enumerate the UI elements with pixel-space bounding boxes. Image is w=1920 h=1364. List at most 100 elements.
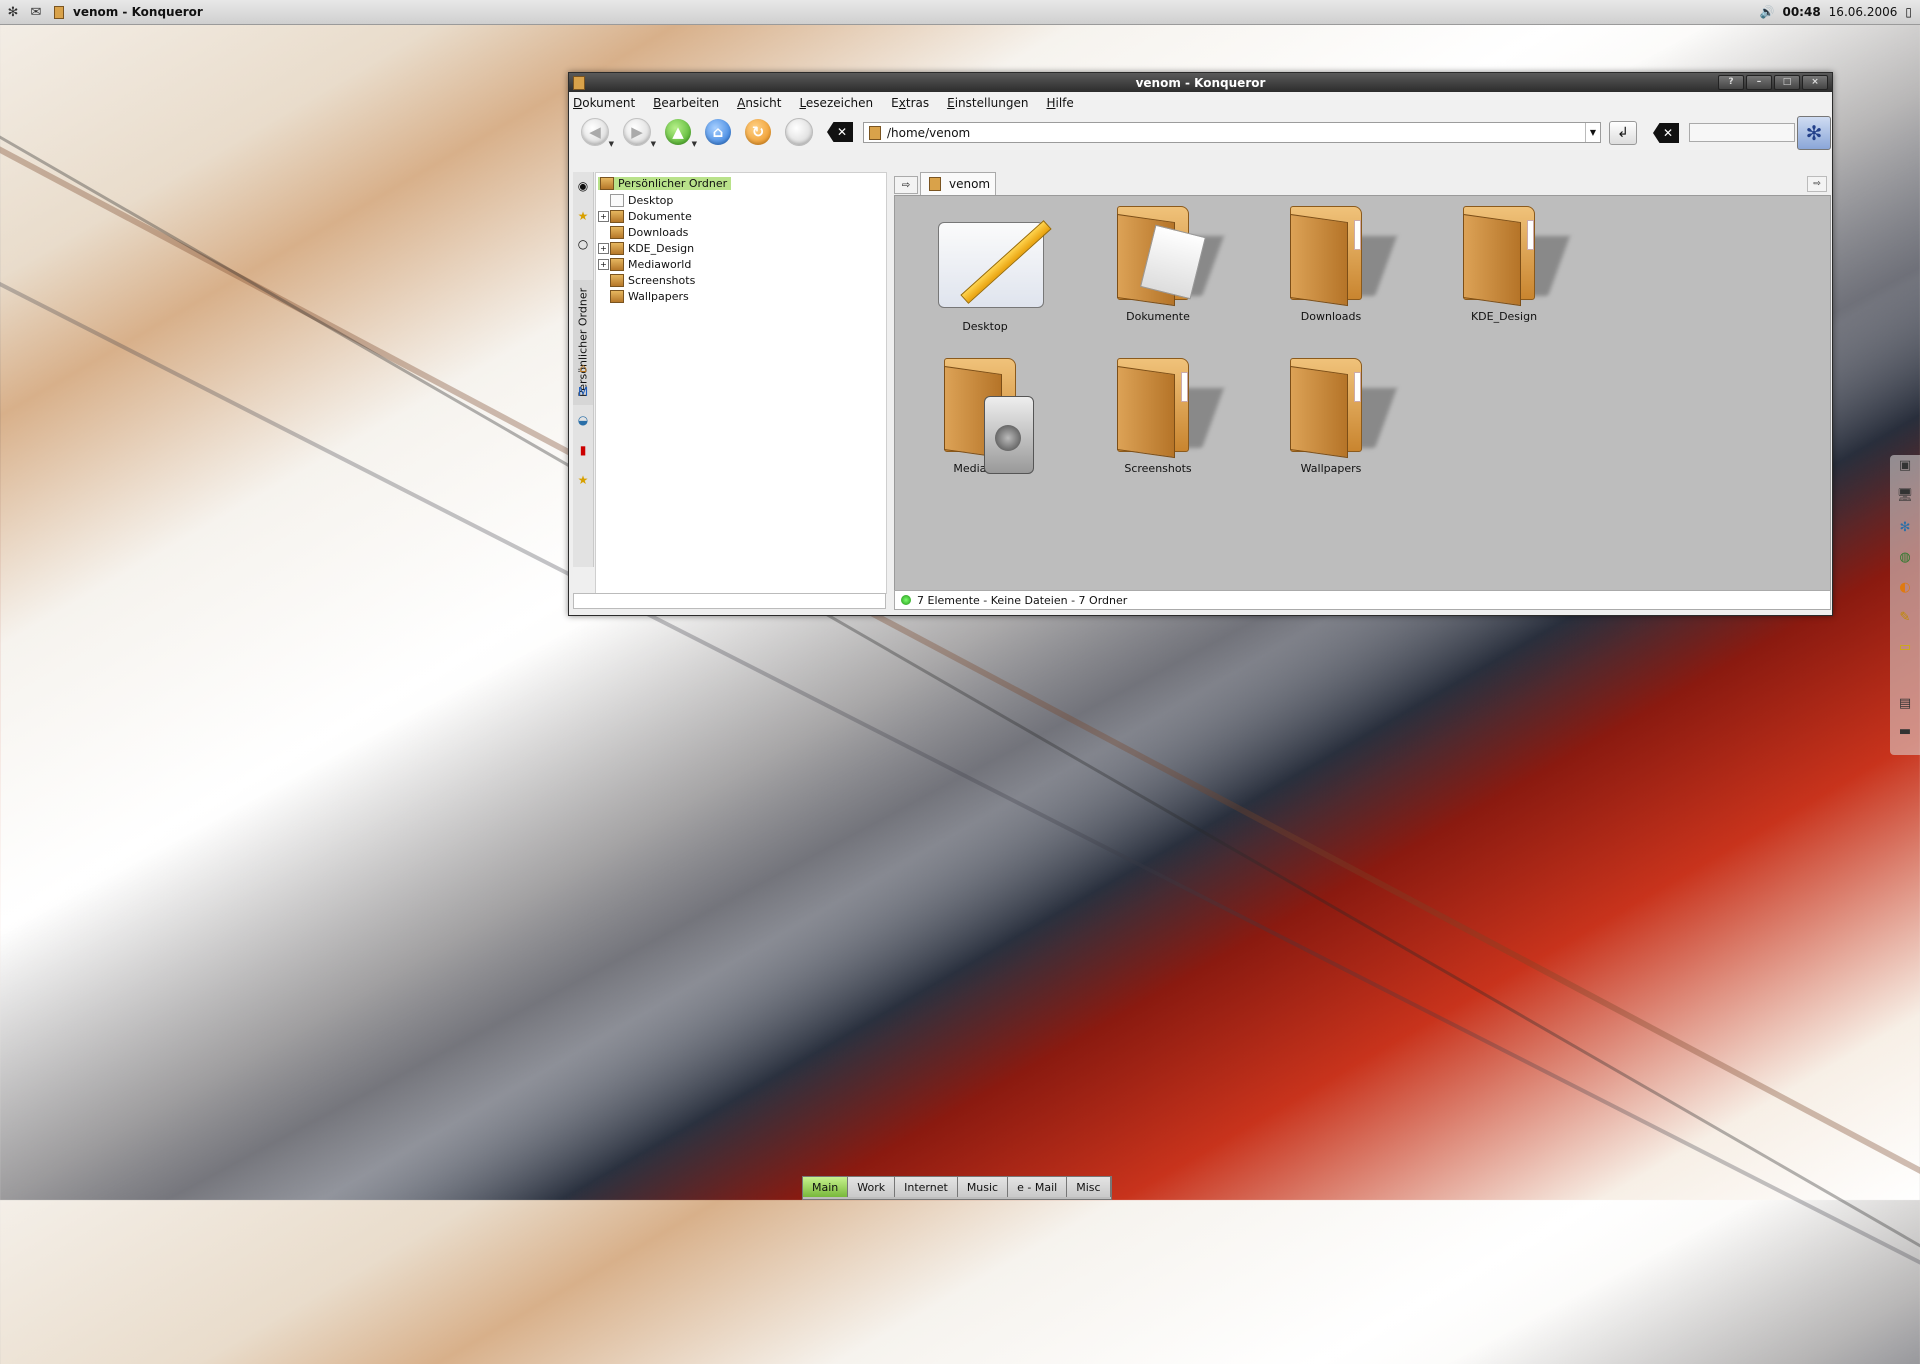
back-dropdown-icon[interactable]: ▼	[609, 140, 614, 148]
desktop-work[interactable]: Work	[848, 1177, 896, 1197]
tree-item[interactable]: Screenshots	[610, 272, 695, 288]
desktop-misc[interactable]: Misc	[1067, 1177, 1111, 1197]
tab-venom[interactable]: venom	[920, 172, 996, 195]
file-item-wallpapers[interactable]: Wallpapers	[1241, 358, 1421, 475]
forward-dropdown-icon[interactable]: ▼	[651, 140, 656, 148]
menu-extras[interactable]: Extras	[891, 96, 929, 110]
tree-root[interactable]: Persönlicher Ordner	[598, 175, 732, 191]
tree-item[interactable]: Wallpapers	[610, 288, 689, 304]
file-item-label: Desktop	[962, 320, 1008, 333]
tree-item[interactable]: KDE_Design	[610, 240, 694, 256]
expand-icon[interactable]: +	[598, 259, 609, 270]
mail-icon[interactable]: ✉	[26, 2, 46, 22]
close-tab-button[interactable]: ⇨	[1807, 176, 1827, 192]
window-app-icon[interactable]	[573, 76, 585, 90]
home-folder-icon[interactable]: ⌂	[575, 360, 591, 376]
reload-button[interactable]: ↻	[745, 119, 771, 145]
clock-date[interactable]: 16.06.2006	[1829, 5, 1898, 19]
folder-icon	[1286, 358, 1397, 459]
file-item-label: KDE_Design	[1470, 310, 1538, 323]
go-button[interactable]: ↲	[1609, 121, 1637, 145]
maximize-button[interactable]: □	[1774, 75, 1800, 90]
kde-throbber-icon[interactable]: ✻	[1797, 116, 1831, 150]
notes-icon[interactable]: ▭	[1895, 637, 1915, 657]
sidebar-navigation-strip: ◉ ★ ○ Persönlicher Ordner ⌂ M ◒ ▮ ★	[573, 172, 594, 567]
bookmarks-icon[interactable]: ★	[575, 208, 591, 224]
computer-icon[interactable]: 🖥	[1895, 485, 1915, 505]
close-button[interactable]: ×	[1802, 75, 1828, 90]
folder-tab	[1527, 220, 1534, 250]
clear-search-button[interactable]: ✕	[1653, 123, 1679, 143]
clock-time[interactable]: 00:48	[1782, 5, 1820, 19]
taskbar-task-title[interactable]: venom - Konqueror	[73, 5, 203, 19]
history-icon[interactable]: ○	[575, 236, 591, 252]
globe-icon[interactable]: ◍	[1895, 547, 1915, 567]
tree-item[interactable]: Dokumente	[610, 208, 692, 224]
search-input[interactable]	[1689, 123, 1795, 142]
desktop-music[interactable]: Music	[957, 1177, 1009, 1197]
clear-location-button[interactable]: ✕	[827, 122, 853, 142]
folder-icon	[610, 289, 624, 303]
volume-icon[interactable]: 🔊	[1760, 5, 1775, 19]
help-button[interactable]: ?	[1718, 75, 1744, 90]
media-icon[interactable]: M	[575, 384, 591, 400]
back-button[interactable]: ◀ ▼	[581, 118, 614, 148]
home-button[interactable]: ⌂	[705, 119, 731, 145]
sidebar-filter-field[interactable]	[573, 593, 886, 609]
tree-item[interactable]: Mediaworld	[610, 256, 691, 272]
window-titlebar[interactable]: venom - Konqueror ? – □ ×	[569, 73, 1832, 92]
tree-item-label: Wallpapers	[628, 289, 689, 303]
tree-item[interactable]: Desktop	[610, 192, 673, 208]
forward-button[interactable]: ▶ ▼	[623, 118, 656, 148]
expand-icon[interactable]: +	[598, 243, 609, 254]
tree-root-label-wrap[interactable]: Persönlicher Ordner	[598, 176, 732, 190]
status-text: 7 Elemente - Keine Dateien - 7 Ordner	[917, 593, 1128, 607]
up-dropdown-icon[interactable]: ▼	[692, 140, 697, 148]
system-icon[interactable]: ▣	[1895, 455, 1915, 475]
stop-button[interactable]	[785, 118, 813, 146]
folder-front	[1290, 213, 1348, 307]
konqueror-task-icon[interactable]	[49, 2, 69, 22]
desktop-icon	[610, 193, 624, 207]
file-item-screenshots[interactable]: Screenshots	[1068, 358, 1248, 475]
desktop-internet[interactable]: Internet	[895, 1177, 958, 1197]
menu-ansicht[interactable]: Ansicht	[737, 96, 781, 110]
kde-menu-icon[interactable]: ✻	[3, 2, 23, 22]
network-icon[interactable]: ◉	[575, 178, 591, 194]
services-icon[interactable]: ◒	[575, 412, 591, 428]
printer-icon[interactable]: ▤	[1895, 693, 1915, 713]
file-item-downloads[interactable]: Downloads	[1241, 206, 1421, 323]
favorites-icon[interactable]: ★	[575, 472, 591, 488]
menu-einstellungen[interactable]: Einstellungen	[947, 96, 1028, 110]
menu-dokument[interactable]: Dokument	[573, 96, 635, 110]
menu-hilfe[interactable]: Hilfe	[1046, 96, 1073, 110]
folder-icon	[610, 209, 624, 223]
expand-icon[interactable]: +	[598, 211, 609, 222]
file-item-mediaworld[interactable]: Mediaworld	[895, 358, 1075, 475]
terminal-icon[interactable]: ▬	[1895, 721, 1915, 741]
up-button[interactable]: ▲ ▼	[665, 119, 697, 148]
desktop-main[interactable]: Main	[803, 1177, 849, 1197]
file-item-label: Screenshots	[1124, 462, 1192, 475]
tree-item[interactable]: Downloads	[610, 224, 688, 240]
new-tab-button[interactable]: ⇨	[894, 176, 918, 194]
right-side-dock: ▣ 🖥 ✻ ◍ ◐ ✎ ▭ ▤ ▬	[1890, 455, 1920, 755]
minimize-button[interactable]: –	[1746, 75, 1772, 90]
tree-item-label: Downloads	[628, 225, 689, 239]
menubar: Dokument Bearbeiten Ansicht Lesezeichen …	[569, 92, 1832, 114]
kde-icon[interactable]: ✻	[1895, 517, 1915, 537]
desktop-email[interactable]: e - Mail	[1008, 1177, 1068, 1197]
editor-icon[interactable]: ✎	[1895, 607, 1915, 627]
file-item-dokumente[interactable]: Dokumente	[1068, 206, 1248, 323]
file-item-kde-design[interactable]: KDE_Design	[1414, 206, 1594, 323]
location-dropdown-icon[interactable]: ▼	[1585, 123, 1600, 142]
menu-bearbeiten[interactable]: Bearbeiten	[653, 96, 719, 110]
location-bar[interactable]: /home/venom ▼	[863, 122, 1601, 143]
menu-lesezeichen[interactable]: Lesezeichen	[799, 96, 873, 110]
file-item-desktop[interactable]: Desktop	[895, 216, 1075, 333]
firefox-icon[interactable]: ◐	[1895, 577, 1915, 597]
root-folder-icon[interactable]: ▮	[575, 442, 591, 458]
trash-icon[interactable]: ▯	[1905, 5, 1912, 19]
location-input[interactable]: /home/venom	[887, 126, 970, 140]
tree-item-label: Dokumente	[628, 209, 692, 223]
